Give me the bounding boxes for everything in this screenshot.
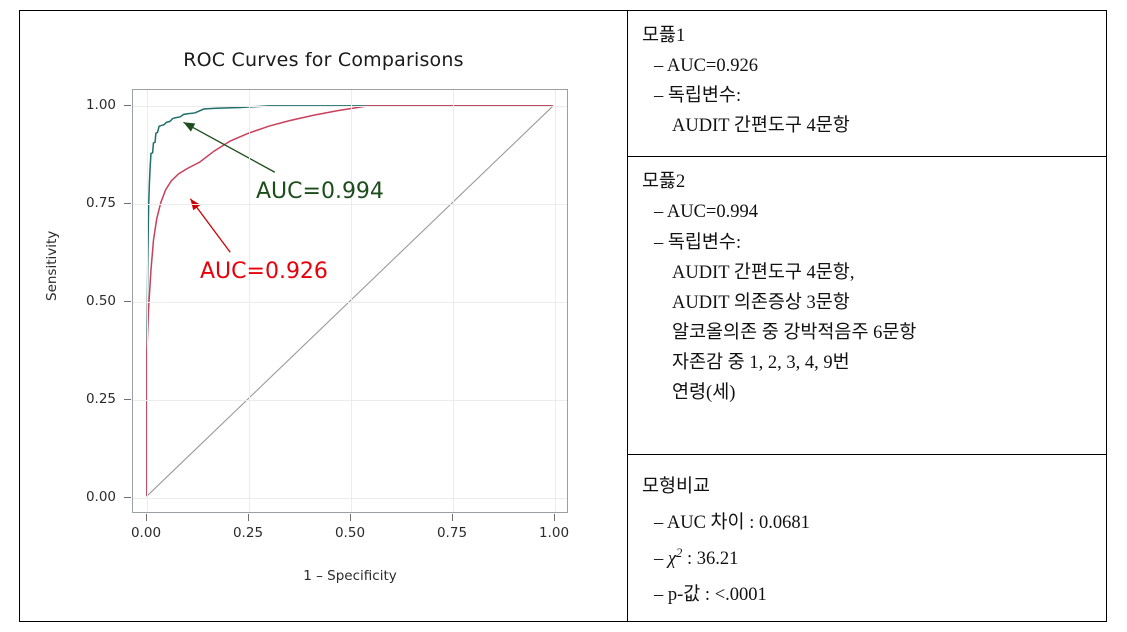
model2-heading: 모픓2 [642,172,686,193]
gridline-horizontal [133,204,567,205]
y-axis-tick-mark [124,301,131,302]
comparison-auc-difference: – AUC 차이 : 0.0681 [654,512,810,533]
x-axis-tick-mark [554,514,555,521]
y-axis-tick-label: 0.75 [85,195,116,211]
roc-curves-svg [133,90,567,512]
y-axis-tick-label: 1.00 [85,97,116,113]
panel-model-comparison: 모형비교 – AUC 차이 : 0.0681 – χ2 : 36.21 – p-… [628,455,1106,621]
model2-variable-item: 자존감 중 1, 2, 3, 4, 9번 [672,353,850,374]
model2-variable-item: AUDIT 간편도구 4문항, [672,262,855,283]
gridline-vertical [555,90,556,512]
gridline-vertical [147,90,148,512]
chi-value: : 36.21 [682,548,739,569]
y-axis-tick-mark [124,105,131,106]
gridline-horizontal [133,106,567,107]
x-axis-tick-label: 0.75 [436,525,468,541]
panel-model1: 모픓1 – AUC=0.926 – 독립변수: AUDIT 간편도구 4문항 [628,11,1106,158]
panel-model2: 모픓2 – AUC=0.994 – 독립변수: AUDIT 간편도구 4문항, … [628,157,1106,455]
y-axis-tick-mark [124,399,131,400]
x-axis-tick-label: 0.00 [130,525,162,541]
model2-variable-item: 알코올의존 중 강박적음주 6문항 [672,323,917,343]
chi-bullet-prefix: – [654,548,668,569]
x-axis-tick-mark [452,514,453,521]
model2-variable-item: AUDIT 의존증상 3문항 [672,292,850,313]
gridline-horizontal [133,498,567,499]
y-axis-tick-mark [124,203,131,204]
chi-symbol: χ2 [667,545,683,569]
x-axis-label: 1 – Specificity [303,568,397,584]
auc-annotation-model2: AUC=0.994 [256,179,384,204]
x-axis-tick-label: 0.50 [334,525,366,541]
gridline-vertical [351,90,352,512]
y-axis-label: Sensitivity [44,230,60,301]
plot-frame [132,89,568,513]
x-axis-tick-label: 1.00 [538,525,570,541]
roc-curve-reference-diagonal [147,106,553,496]
y-axis-tick-label: 0.00 [85,489,116,505]
x-axis-tick-label: 0.25 [232,525,264,541]
y-axis-tick-label: 0.50 [85,293,116,309]
model1-auc: – AUC=0.926 [654,56,758,77]
roc-chart-cell: ROC Curves for Comparisons 0.00 0.25 0.50 0… [20,11,628,621]
comparison-p-value: – p-값 : <.0001 [654,584,767,605]
model2-variable-item: 연령(세) [672,383,736,404]
model2-variables-label: – 독립변수: [654,232,742,253]
comparison-heading: 모형비교 [642,476,711,497]
arrow-to-model2-curve-head [183,122,196,132]
info-column: 모픓1 – AUC=0.926 – 독립변수: AUDIT 간편도구 4문항 모… [628,11,1106,621]
gridline-horizontal [133,400,567,401]
model1-heading: 모픓1 [642,26,686,46]
figure-container: ROC Curves for Comparisons 0.00 0.25 0.50 0… [19,10,1107,622]
x-axis-tick-mark [350,514,351,521]
gridline-vertical [249,90,250,512]
model1-variables-label: – 독립변수: [654,86,742,107]
arrow-to-model2-curve [183,122,274,172]
x-axis-tick-mark [248,514,249,521]
gridline-vertical [453,90,454,512]
y-axis-tick-label: 0.25 [85,391,116,407]
model2-auc: – AUC=0.994 [654,202,758,223]
gridline-horizontal [133,302,567,303]
chart-title: ROC Curves for Comparisons [183,49,464,71]
plot-area [133,90,567,512]
auc-annotation-model1: AUC=0.926 [200,259,328,284]
model1-variable-item: AUDIT 간편도구 4문항 [672,116,850,137]
y-axis-tick-mark [124,497,131,498]
x-axis-tick-mark [146,514,147,521]
comparison-chi-square: – χ2 : 36.21 [640,541,1106,577]
